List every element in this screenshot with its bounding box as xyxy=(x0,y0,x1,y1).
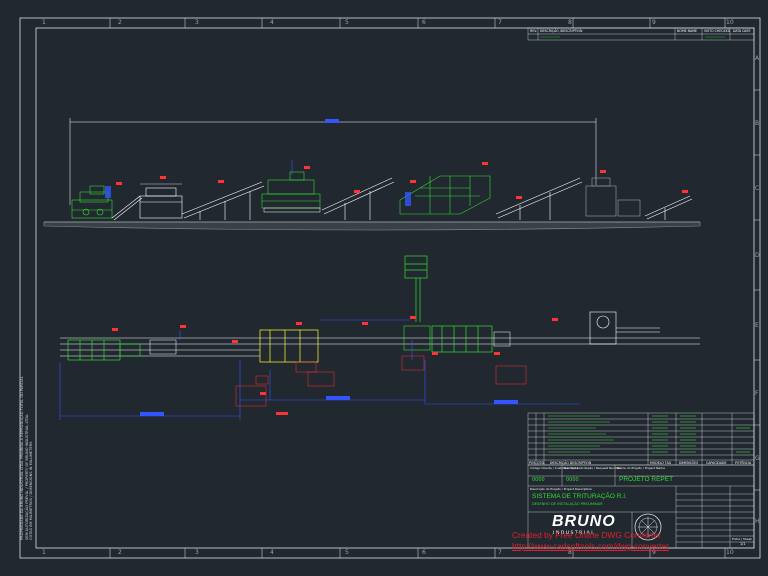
conveyor-5 xyxy=(644,195,693,220)
plan-dimension-labels xyxy=(140,396,518,416)
rev-header-name: NOME NAME xyxy=(677,28,697,33)
grid-label-row-a: A xyxy=(755,55,760,62)
parts-header-capacity: CAPACIDADE xyxy=(706,460,727,465)
ownership-side-note: PROPRIEDADE DA BRUNO INDUSTRIAL LTDA. PR… xyxy=(20,360,34,540)
rev-header-rev: REV. xyxy=(530,28,538,33)
customer-code-value: 0000 xyxy=(532,477,545,483)
rev-header-checked: VISTO CHECKED xyxy=(704,28,731,33)
plan-friction-washer xyxy=(431,325,493,353)
grid-label-col-8: 8 xyxy=(568,19,572,26)
grid-label-bottom-1: 1 xyxy=(42,549,46,556)
system-title: SISTEMA DE TRITURAÇÃO R.I. xyxy=(532,493,627,500)
grid-label-bottom-5: 5 xyxy=(345,549,349,556)
parts-list-entries xyxy=(548,415,750,453)
grid-label-row-b: B xyxy=(755,120,760,127)
cad-drawing-canvas[interactable] xyxy=(0,0,768,576)
project-description-label: Descrição do Projeto / Project Descripti… xyxy=(530,487,593,491)
side-note-line-3: COTAS EM MILÍMETROS / DIMENSIONS IN MILL… xyxy=(29,441,33,540)
grid-label-col-2: 2 xyxy=(118,19,122,26)
plan-conveyor-line xyxy=(60,337,700,357)
grid-label-bottom-2: 2 xyxy=(118,549,122,556)
grid-label-row-f: F xyxy=(755,390,759,397)
parts-header-model: MODELO TAG xyxy=(650,460,672,465)
grid-label-bottom-6: 6 xyxy=(422,549,426,556)
grid-label-bottom-4: 4 xyxy=(270,549,274,556)
converter-watermark-link[interactable]: http://www.cadsoftools.com/dwg-converter xyxy=(512,541,669,551)
grid-label-col-4: 4 xyxy=(270,19,274,26)
grid-label-col-5: 5 xyxy=(345,19,349,26)
grid-label-bottom-3: 3 xyxy=(195,549,199,556)
plan-dryer xyxy=(404,255,428,322)
grid-label-bottom-7: 7 xyxy=(498,549,502,556)
parts-header-pos: POS. xyxy=(529,460,537,465)
sheet-value: 1/1 xyxy=(740,542,746,546)
parts-list-table xyxy=(527,412,755,466)
storage-unit xyxy=(585,177,641,217)
parts-header-power: POTÊNCIA xyxy=(735,460,752,465)
grid-label-col-3: 3 xyxy=(195,19,199,26)
plan-separator-tank xyxy=(259,329,319,363)
grid-label-col-6: 6 xyxy=(422,19,426,26)
separator-tank xyxy=(139,187,183,219)
rev-header-date: DATA DATE xyxy=(733,28,751,33)
centrifugal-dryer xyxy=(261,171,321,209)
sheet-label: Folha / Sheet xyxy=(732,537,752,541)
parts-header-dimensions: DIMENSÕES xyxy=(679,460,699,465)
elevation-view xyxy=(43,118,701,231)
conveyor-3 xyxy=(321,177,395,220)
side-note-line-1: PROPRIEDADE DA BRUNO INDUSTRIAL LTDA. PR… xyxy=(20,376,24,540)
project-name-label: Nome do Projeto / Project Name xyxy=(617,466,665,470)
plan-storage-unit xyxy=(589,311,660,345)
parts-header-qty: QTD. xyxy=(537,460,545,465)
request-number-label: Número Solicitação / Request Number xyxy=(564,466,622,470)
conveyor-2 xyxy=(181,181,265,220)
ground-line xyxy=(43,221,701,231)
plan-view xyxy=(59,255,700,420)
grid-label-row-g: G xyxy=(755,455,760,462)
grid-label-col-1: 1 xyxy=(42,19,46,26)
plan-pump-outlines xyxy=(235,355,527,407)
grid-label-col-7: 7 xyxy=(498,19,502,26)
grid-label-col-9: 9 xyxy=(652,19,656,26)
grid-label-bottom-10: 10 xyxy=(726,549,734,556)
drawing-subtitle: DESENHO DE INSTALAÇÃO PRELIMINAR xyxy=(532,502,603,506)
conveyor-4 xyxy=(495,177,583,220)
conveyor-1 xyxy=(111,195,143,221)
grid-label-row-h: H xyxy=(755,518,760,525)
converter-watermark-line-1: Created by Free Online DWG Converter xyxy=(512,530,661,540)
request-number-value: 0000 xyxy=(566,477,579,483)
project-name: PROJETO REPET xyxy=(619,476,674,483)
grid-label-row-e: E xyxy=(755,322,759,329)
overall-dimension-label xyxy=(325,119,339,123)
grid-label-row-c: C xyxy=(755,185,760,192)
grid-label-col-10: 10 xyxy=(726,19,734,26)
parts-header-description: DESCRIÇÃO DESCRIPTION xyxy=(550,460,592,465)
overall-dimension xyxy=(69,118,597,205)
elevation-callouts xyxy=(116,162,688,199)
company-logo-text: BRUNO xyxy=(552,513,616,530)
grid-label-row-d: D xyxy=(755,252,760,259)
plan-dimension-lines xyxy=(59,319,580,420)
rev-header-description: DESCRIÇÃO /DESCRIPTION xyxy=(540,28,583,33)
